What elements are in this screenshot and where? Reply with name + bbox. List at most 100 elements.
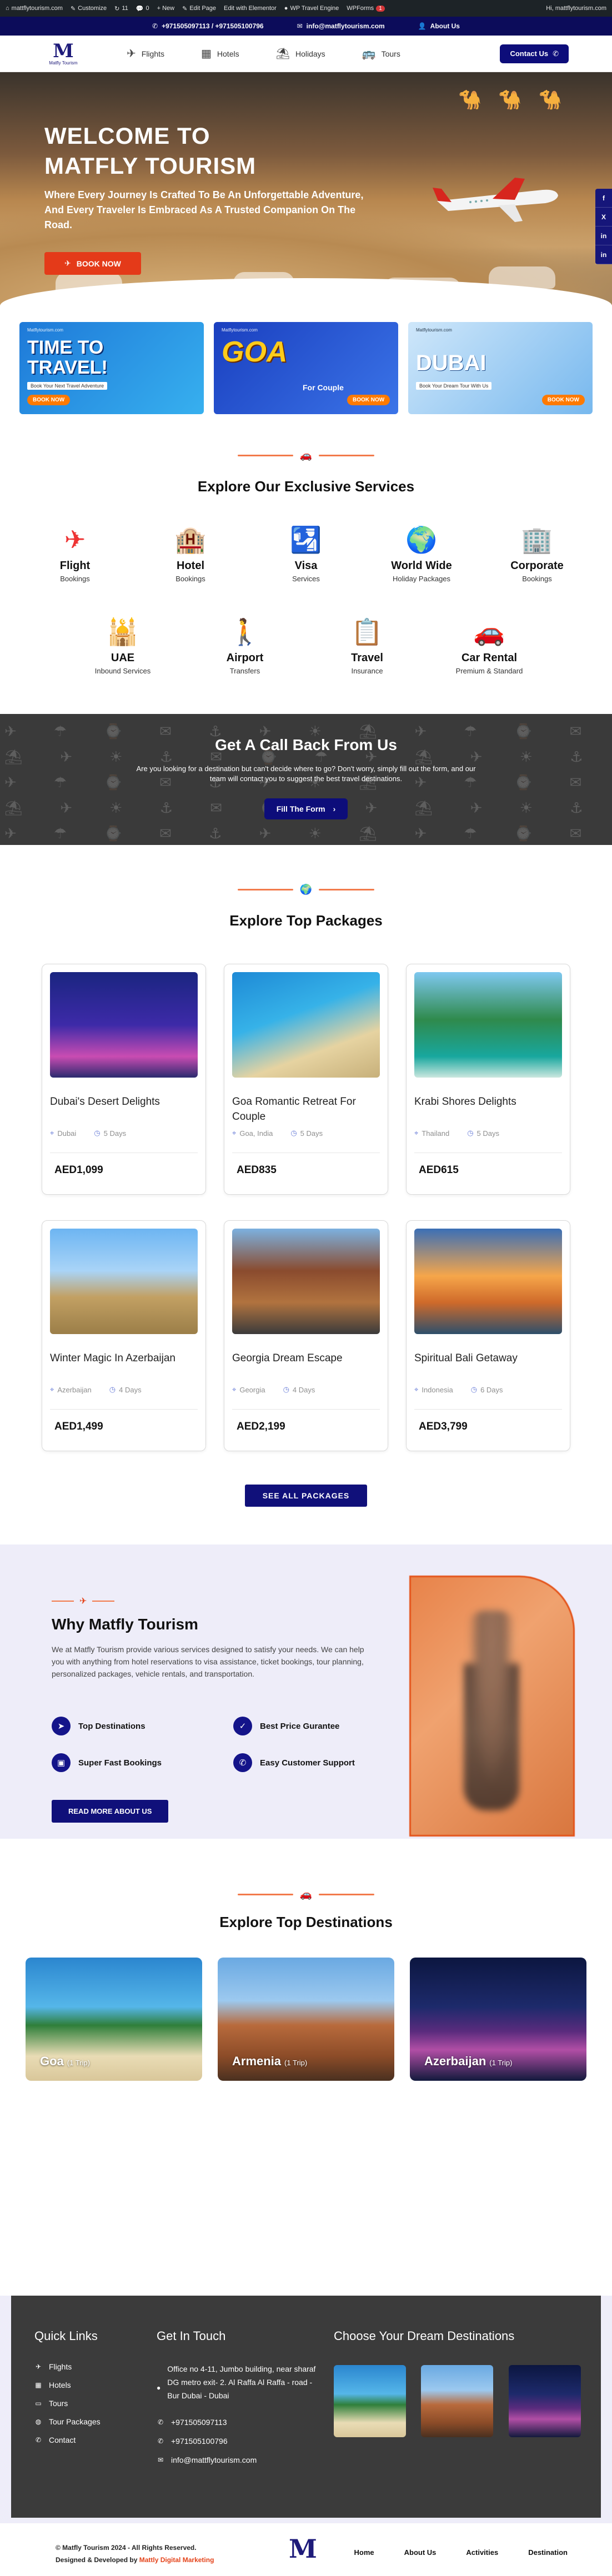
footer-link-hotels[interactable]: ▦ Hotels [34, 2381, 71, 2389]
contact-us-button[interactable]: Contact Us ✆ [500, 44, 569, 63]
package-image[interactable] [414, 972, 562, 1078]
admin-edit-page[interactable]: ✎ Edit Page [182, 5, 216, 12]
nav-tours[interactable]: 🚌 Tours [362, 47, 400, 61]
footer-link-tour-packages[interactable]: ◍ Tour Packages [34, 2417, 101, 2426]
package-image[interactable] [50, 1229, 198, 1334]
destination-card-goa[interactable]: Goa (1 Trip) [26, 1958, 202, 2081]
footer-phone-2[interactable]: ✆ +971505100796 [157, 2437, 228, 2446]
service-car-rental[interactable]: 🚗 Car Rental Premium & Standard [448, 614, 531, 676]
admin-wpforms[interactable]: WPForms 1 [347, 5, 385, 12]
plane-icon: ✈ [127, 48, 136, 60]
package-card[interactable]: Krabi Shores Delights ⌖ Thailand ◷ 5 Days A… [406, 964, 570, 1195]
twitter-x-icon[interactable]: X [595, 208, 612, 227]
package-image[interactable] [50, 972, 198, 1078]
service-corporate[interactable]: 🏢 Corporate Bookings [495, 522, 579, 583]
footer-destination-armenia[interactable] [421, 2365, 493, 2437]
divider [232, 1409, 380, 1410]
promo-book-button[interactable]: BOOK NOW [541, 395, 585, 405]
footer-destination-goa[interactable] [334, 2365, 406, 2437]
footer-destination-azerbaijan[interactable] [509, 2365, 581, 2437]
admin-new[interactable]: + New [157, 5, 175, 12]
bottom-bar: © Matfly Tourism 2024 - All Rights Reser… [0, 2524, 612, 2576]
admin-comments[interactable]: 💬 0 [136, 5, 149, 12]
footer-logo[interactable]: M [289, 2534, 317, 2564]
package-days: 5 Days [103, 1129, 127, 1138]
topbar-phone[interactable]: ✆ +971505097113 / +971505100796 [152, 22, 264, 30]
service-airport[interactable]: 🚶 Airport Transfers [203, 614, 287, 676]
admin-updates[interactable]: ↻ 11 [114, 5, 128, 12]
footer-link-tours[interactable]: ▭ Tours [34, 2399, 68, 2408]
callback-text: Are you looking for a destination but ca… [136, 764, 476, 783]
service-uae[interactable]: 🕌 UAE Inbound Services [81, 614, 164, 676]
service-name: Corporate [510, 560, 564, 572]
destination-card-armenia[interactable]: Armenia (1 Trip) [218, 1958, 394, 2081]
package-title[interactable]: Georgia Dream Escape [232, 1351, 380, 1381]
service-hotel[interactable]: 🏨 Hotel Bookings [149, 522, 232, 583]
footer-phone-1[interactable]: ✆ +971505097113 [157, 2418, 227, 2427]
promo-goa[interactable]: Matflytourism.com GOA For Couple BOOK NO… [214, 322, 398, 414]
hero-book-now-button[interactable]: ✈ BOOK NOW [44, 252, 141, 275]
package-card[interactable]: Spiritual Bali Getaway ⌖ Indonesia ◷ 6 Days… [406, 1220, 570, 1451]
package-image[interactable] [232, 1229, 380, 1334]
location-icon: ⌖ [414, 1385, 419, 1393]
package-card[interactable]: Goa Romantic Retreat For Couple ⌖ Goa, In… [224, 964, 388, 1195]
designed-by-text: Designed & Developed by [56, 2556, 138, 2564]
see-all-packages-button[interactable]: SEE ALL PACKAGES [245, 1485, 367, 1507]
nav-hotels[interactable]: ▦ Hotels [201, 47, 239, 61]
service-world-wide[interactable]: 🌍 World Wide Holiday Packages [380, 522, 463, 583]
agency-link[interactable]: Mattly Digital Marketing [139, 2556, 214, 2564]
admin-wp-travel-engine[interactable]: ● WP Travel Engine [284, 5, 339, 12]
footer-nav-destination[interactable]: Destination [528, 2548, 568, 2557]
read-more-about-us-button[interactable]: READ MORE ABOUT US [52, 1800, 169, 1823]
service-sub: Bookings [60, 575, 90, 583]
package-title[interactable]: Spiritual Bali Getaway [414, 1351, 562, 1381]
promo-dubai[interactable]: Matflytourism.com DUBAI Book Your Dream … [408, 322, 593, 414]
footer-nav-activities[interactable]: Activities [466, 2548, 498, 2557]
promo-time-to-travel[interactable]: Matflytourism.com TIME TO TRAVEL! Book Y… [19, 322, 204, 414]
linkedin-icon[interactable]: in [595, 245, 612, 264]
promo-book-button[interactable]: BOOK NOW [347, 395, 390, 405]
package-title[interactable]: Goa Romantic Retreat For Couple [232, 1094, 380, 1124]
services-title: Explore Our Exclusive Services [197, 478, 415, 495]
footer-nav: Home About Us Activities Destination [354, 2548, 568, 2557]
copyright-text: © Matfly Tourism 2024 - All Rights Reser… [56, 2544, 197, 2552]
package-image[interactable] [232, 972, 380, 1078]
clock-icon: ◷ [94, 1129, 101, 1137]
footer-email[interactable]: ✉ info@mattflytourism.com [157, 2456, 257, 2464]
admin-site-link[interactable]: ⌂ mattflytourism.com [6, 5, 63, 12]
admin-greeting[interactable]: Hi, mattflytourism.com [546, 5, 606, 12]
admin-customize[interactable]: ✎ Customize [71, 5, 107, 12]
footer-link-contact[interactable]: ✆ Contact [34, 2436, 76, 2444]
site-logo[interactable]: M Matfly Tourism [43, 38, 83, 70]
package-title[interactable]: Dubai's Desert Delights [50, 1094, 198, 1124]
nav-flights[interactable]: ✈ Flights [127, 47, 164, 61]
package-location: Georgia [239, 1385, 265, 1394]
package-card[interactable]: Dubai's Desert Delights ⌖ Dubai ◷ 5 Days AE… [42, 964, 206, 1195]
package-image[interactable] [414, 1229, 562, 1334]
footer-nav-home[interactable]: Home [354, 2548, 374, 2557]
package-card[interactable]: Georgia Dream Escape ⌖ Georgia ◷ 4 Days AED… [224, 1220, 388, 1451]
destination-card-azerbaijan[interactable]: Azerbaijan (1 Trip) [410, 1958, 586, 2081]
footer-link-flights[interactable]: ✈ Flights [34, 2362, 72, 2371]
package-days: 5 Days [476, 1129, 500, 1138]
package-title[interactable]: Krabi Shores Delights [414, 1094, 562, 1124]
package-title[interactable]: Winter Magic In Azerbaijan [50, 1351, 198, 1381]
fill-form-button[interactable]: Fill The Form › [264, 798, 348, 819]
topbar-email[interactable]: ✉ info@matflytourism.com [297, 22, 385, 30]
instagram-icon[interactable]: in [595, 227, 612, 245]
facebook-icon[interactable]: f [595, 189, 612, 208]
nav-holidays[interactable]: ⛱ Holidays [276, 47, 325, 61]
package-meta: ⌖ Dubai ◷ 5 Days [50, 1129, 198, 1138]
service-travel[interactable]: 📋 Travel Insurance [325, 614, 409, 676]
footer-nav-about[interactable]: About Us [404, 2548, 437, 2557]
destinations-title: Explore Top Destinations [219, 1914, 393, 1930]
topbar-about[interactable]: 👤 About Us [418, 22, 460, 30]
packages-section: 🌍 Explore Top Packages Dubai's Desert De… [0, 884, 612, 1507]
services-section: 🚗 Explore Our Exclusive Services ✈ Flight… [0, 450, 612, 675]
service-flight[interactable]: ✈ Flight Bookings [33, 522, 117, 583]
admin-elementor[interactable]: Edit with Elementor [224, 5, 277, 12]
package-card[interactable]: Winter Magic In Azerbaijan ⌖ Azerbaijan ◷ 4… [42, 1220, 206, 1451]
service-visa[interactable]: 🛂 Visa Services [264, 522, 348, 583]
service-name: Flight [59, 560, 91, 572]
promo-book-button[interactable]: BOOK NOW [27, 395, 71, 405]
